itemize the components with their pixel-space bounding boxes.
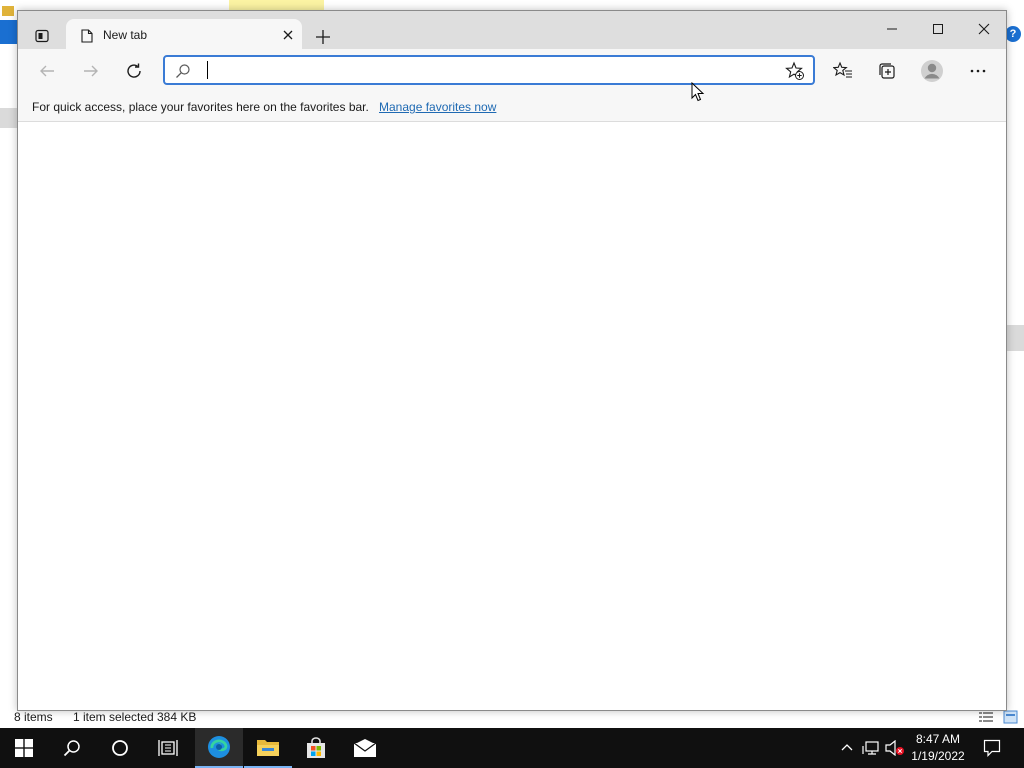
edge-icon — [208, 736, 230, 758]
manage-favorites-link[interactable]: Manage favorites now — [379, 100, 496, 114]
notification-icon — [983, 739, 1001, 757]
status-size: 384 KB — [157, 710, 197, 724]
status-item-count: 8 items — [14, 710, 53, 724]
cortana-circle-icon — [112, 740, 128, 756]
explorer-file-menu-strip[interactable] — [0, 20, 18, 44]
back-button[interactable] — [32, 56, 62, 86]
refresh-button[interactable] — [119, 56, 149, 86]
search-icon — [63, 740, 80, 757]
add-favorite-star-icon — [785, 61, 804, 80]
taskbar-clock[interactable]: 8:47 AM 1/19/2022 — [905, 731, 971, 765]
page-content-area — [18, 122, 1006, 710]
task-view-button[interactable] — [144, 728, 192, 768]
collections-button[interactable] — [872, 56, 902, 86]
tab-title: New tab — [103, 28, 148, 42]
refresh-icon — [127, 63, 141, 78]
favorites-bar-message: For quick access, place your favorites h… — [32, 100, 369, 114]
chevron-up-icon — [841, 744, 853, 751]
more-menu-button[interactable] — [963, 56, 993, 86]
network-icon — [862, 741, 879, 755]
close-icon — [283, 30, 293, 40]
search-button[interactable] — [48, 728, 96, 768]
explorer-scroll-thumb[interactable] — [1006, 325, 1024, 351]
more-menu-icon — [970, 69, 986, 73]
clock-time: 8:47 AM — [915, 732, 961, 746]
taskbar-store-button[interactable] — [292, 728, 340, 768]
forward-arrow-icon — [84, 65, 98, 77]
start-button[interactable] — [0, 728, 48, 768]
favorites-icon — [833, 61, 852, 78]
close-icon — [978, 23, 990, 35]
add-favorite-button[interactable] — [785, 61, 805, 81]
address-bar[interactable] — [163, 55, 815, 85]
taskbar-mail-button[interactable] — [341, 728, 389, 768]
tab-actions-icon — [35, 29, 49, 43]
windows-logo-icon — [15, 739, 33, 757]
volume-muted-icon — [885, 740, 904, 756]
favorites-bar: For quick access, place your favorites h… — [18, 93, 1006, 122]
task-view-icon — [158, 740, 178, 756]
maximize-button[interactable] — [915, 15, 961, 43]
page-icon — [81, 29, 93, 43]
mail-icon — [353, 739, 377, 757]
search-icon — [176, 64, 190, 78]
tab-new-tab[interactable]: New tab — [66, 19, 302, 51]
profile-avatar-icon — [921, 60, 943, 82]
minimize-icon — [887, 28, 897, 30]
profile-button[interactable] — [917, 56, 947, 86]
taskbar: 8:47 AM 1/19/2022 — [0, 728, 1024, 768]
explorer-view-toggle-icon[interactable] — [978, 710, 1018, 724]
volume-tray-button[interactable] — [884, 728, 906, 768]
show-hidden-icons-button[interactable] — [836, 728, 858, 768]
collections-icon — [879, 63, 895, 79]
edge-browser-window: New tab For quick access, place your fav… — [17, 10, 1007, 711]
back-arrow-icon — [40, 65, 54, 77]
tab-strip: New tab — [18, 11, 1007, 51]
action-center-button[interactable] — [976, 728, 1008, 768]
explorer-help-icon[interactable]: ? — [1005, 26, 1021, 42]
taskbar-edge-button[interactable] — [195, 728, 243, 768]
forward-button[interactable] — [76, 56, 106, 86]
navigation-toolbar — [18, 49, 1006, 93]
clock-date: 1/19/2022 — [911, 749, 965, 763]
cortana-button[interactable] — [96, 728, 144, 768]
explorer-nav-selection — [0, 108, 18, 128]
plus-icon — [316, 30, 330, 44]
explorer-folder-icon — [2, 6, 14, 16]
tab-actions-button[interactable] — [28, 23, 56, 49]
network-tray-button[interactable] — [860, 728, 882, 768]
minimize-button[interactable] — [869, 15, 915, 43]
maximize-icon — [933, 24, 943, 34]
taskbar-file-explorer-button[interactable] — [244, 728, 292, 768]
status-selection: 1 item selected — [73, 710, 154, 724]
favorites-button[interactable] — [828, 56, 858, 86]
text-caret — [207, 61, 208, 79]
new-tab-button[interactable] — [311, 25, 335, 49]
store-bag-icon — [307, 737, 325, 758]
close-window-button[interactable] — [961, 15, 1007, 43]
address-input[interactable] — [205, 60, 775, 80]
tab-close-button[interactable] — [279, 26, 297, 44]
folder-icon — [257, 740, 279, 756]
mouse-cursor-icon — [691, 82, 705, 102]
